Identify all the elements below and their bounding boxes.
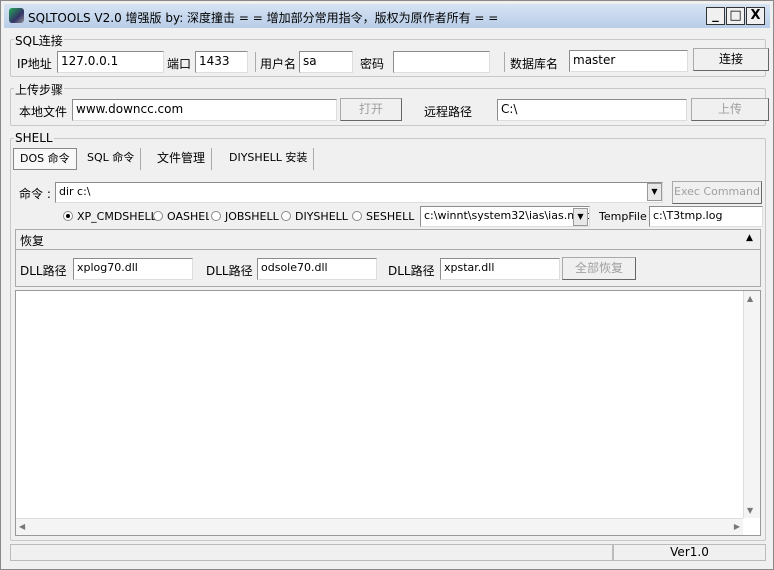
local-file-input[interactable]: www.downcc.com	[72, 99, 337, 121]
radio-jobshell[interactable]: JOBSHELL	[211, 210, 279, 223]
ip-label: IP地址	[17, 57, 52, 71]
version-label: Ver1.0	[613, 544, 766, 561]
title-bar: SQLTOOLS V2.0 增强版 by: 深度撞击 = = 增加部分常用指令，…	[4, 4, 770, 28]
restore-all-button[interactable]: 全部恢复	[562, 257, 636, 280]
collapse-up-icon[interactable]: ▲	[746, 233, 753, 243]
tab-dos-command[interactable]: DOS 命令	[13, 148, 77, 170]
divider	[255, 52, 256, 72]
restore-title: 恢复	[20, 234, 45, 248]
password-label: 密码	[360, 57, 385, 71]
dll-input-1[interactable]: xplog70.dll	[73, 258, 193, 280]
scroll-right-icon[interactable]: ▶	[734, 522, 740, 531]
exec-command-button[interactable]: Exec Command	[672, 181, 762, 204]
chevron-down-icon[interactable]: ▼	[573, 208, 588, 226]
user-label: 用户名	[260, 57, 297, 71]
tab-sql-command[interactable]: SQL 命令	[81, 148, 142, 170]
dll-path-label: DLL路径	[206, 264, 253, 278]
radio-xp-cmdshell[interactable]: XP_CMDSHELL	[63, 210, 157, 223]
tempfile-label: TempFile	[599, 210, 647, 223]
radio-label: JOBSHELL	[225, 210, 279, 223]
scroll-up-icon[interactable]: ▲	[747, 294, 753, 303]
radio-label: DIYSHELL	[295, 210, 348, 223]
radio-label: SESHELL	[366, 210, 415, 223]
database-input[interactable]: master	[569, 50, 688, 72]
port-label: 端口	[167, 57, 192, 71]
radio-oashell[interactable]: OASHELL	[153, 210, 209, 223]
upload-group-legend: 上传步骤	[14, 81, 65, 98]
tab-diyshell-install[interactable]: DIYSHELL 安装	[223, 148, 315, 170]
remote-path-input[interactable]: C:\	[497, 99, 687, 121]
connect-button[interactable]: 连接	[693, 48, 769, 71]
horizontal-scrollbar[interactable]: ◀ ▶	[16, 518, 743, 535]
radio-diyshell[interactable]: DIYSHELL	[281, 210, 348, 223]
status-bar-main	[10, 544, 613, 561]
shell-group-legend: SHELL	[14, 131, 54, 145]
command-combobox[interactable]: dir c:\	[55, 182, 663, 203]
ip-input[interactable]: 127.0.0.1	[57, 51, 164, 73]
dll-path-label: DLL路径	[388, 264, 435, 278]
divider	[504, 52, 505, 72]
local-file-label: 本地文件	[19, 105, 68, 119]
scroll-down-icon[interactable]: ▼	[747, 506, 753, 515]
database-label: 数据库名	[510, 57, 559, 71]
minimize-button[interactable]: _	[706, 7, 725, 25]
user-input[interactable]: sa	[299, 51, 353, 73]
app-icon	[9, 8, 24, 23]
output-textarea[interactable]: ▲ ▼ ◀ ▶	[15, 290, 761, 536]
upload-button[interactable]: 上传	[691, 98, 769, 121]
remote-path-label: 远程路径	[424, 105, 473, 119]
chevron-down-icon[interactable]: ▼	[647, 183, 662, 201]
open-button[interactable]: 打开	[340, 98, 402, 121]
password-input[interactable]	[393, 51, 490, 73]
mdb-path-combobox[interactable]: c:\winnt\system32\ias\ias.mdb	[420, 206, 590, 227]
dll-input-2[interactable]: odsole70.dll	[257, 258, 377, 280]
tempfile-input[interactable]: c:\T3tmp.log	[649, 206, 763, 227]
window-title: SQLTOOLS V2.0 增强版 by: 深度撞击 = = 增加部分常用指令，…	[28, 11, 499, 25]
main-window: SQLTOOLS V2.0 增强版 by: 深度撞击 = = 增加部分常用指令，…	[0, 0, 774, 570]
port-input[interactable]: 1433	[195, 51, 248, 73]
restore-panel-header[interactable]: 恢复 ▲	[16, 230, 760, 250]
scroll-left-icon[interactable]: ◀	[19, 522, 25, 531]
radio-label: OASHELL	[167, 210, 209, 223]
maximize-button[interactable]: □	[726, 7, 745, 25]
close-button[interactable]: X	[746, 7, 765, 25]
sql-group-legend: SQL连接	[14, 32, 64, 49]
tab-file-management[interactable]: 文件管理	[151, 148, 213, 170]
dll-path-label: DLL路径	[20, 264, 67, 278]
radio-seshell[interactable]: SESHELL	[352, 210, 414, 223]
vertical-scrollbar[interactable]: ▲ ▼	[743, 291, 760, 518]
command-label: 命令 :	[19, 187, 51, 201]
radio-label: XP_CMDSHELL	[77, 210, 157, 223]
dll-input-3[interactable]: xpstar.dll	[440, 258, 560, 280]
